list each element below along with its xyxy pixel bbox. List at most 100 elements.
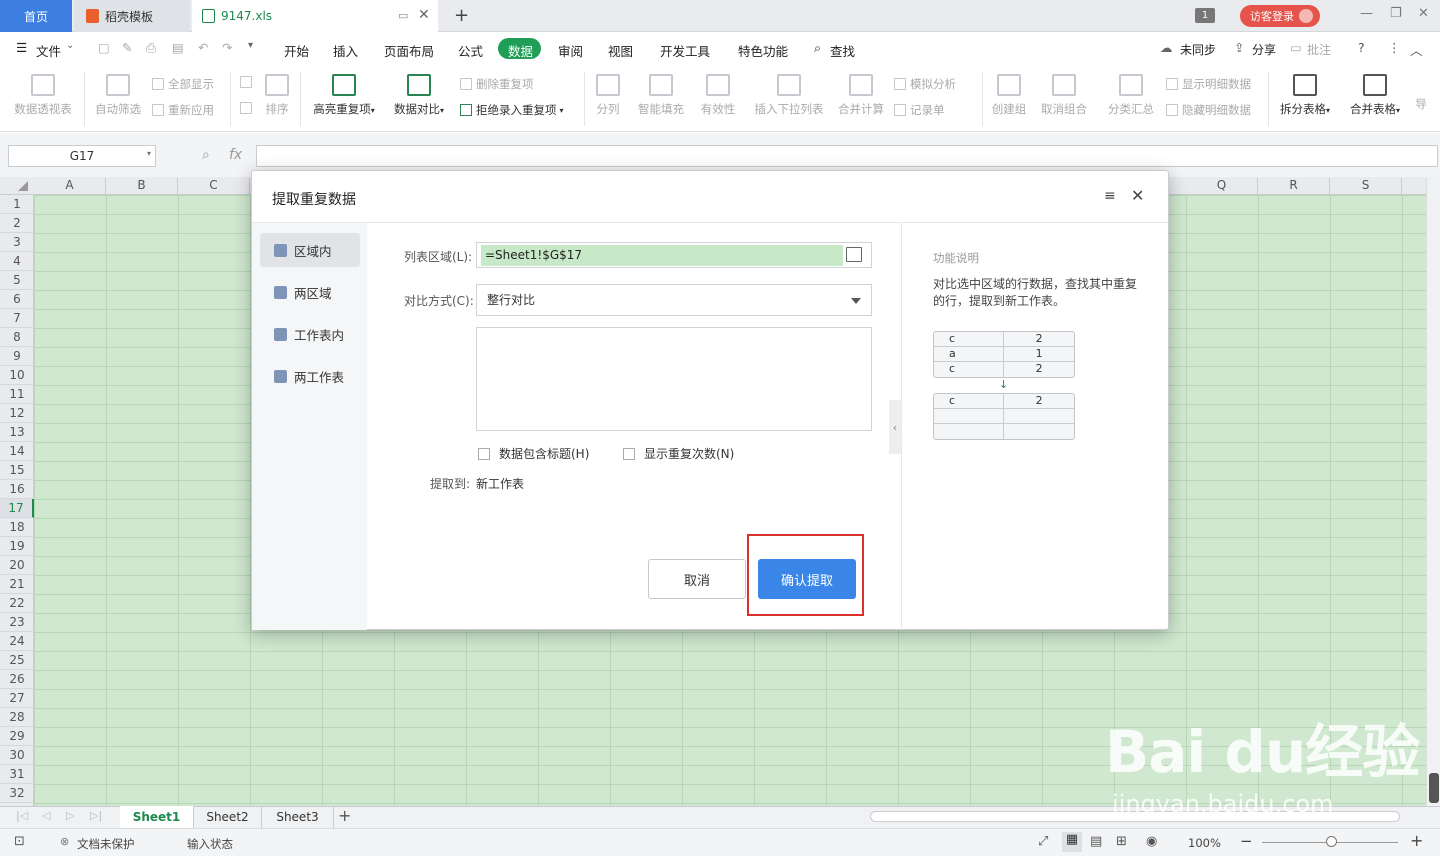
record-form-button[interactable]: 记录单 [894, 102, 945, 118]
validity-button[interactable]: 有效性 [694, 74, 742, 117]
row-header[interactable]: 29 [0, 727, 34, 746]
row-header[interactable]: 18 [0, 518, 34, 537]
menu-file[interactable]: 文件 [36, 41, 61, 60]
row-header[interactable]: 20 [0, 556, 34, 575]
nav-two-sheets[interactable]: 两工作表 [260, 359, 360, 393]
save-icon[interactable]: ▢ [98, 40, 110, 55]
auto-filter-button[interactable]: 自动筛选 [90, 74, 146, 117]
zoom-search-icon[interactable]: ⌕ [202, 147, 210, 163]
row-header[interactable]: 24 [0, 632, 34, 651]
smart-fill-button[interactable]: 智能填充 [634, 74, 688, 117]
fx-icon[interactable]: fx [229, 147, 242, 163]
close-tab-icon[interactable]: ✕ [418, 7, 430, 23]
row-header[interactable]: 19 [0, 537, 34, 556]
menu-search[interactable]: 查找 [830, 41, 855, 60]
sync-status[interactable]: 未同步 [1180, 41, 1216, 58]
range-input[interactable]: =Sheet1!$G$17 [481, 245, 843, 266]
hamburger-icon[interactable]: ☰ [16, 40, 27, 55]
sheet-tab-3[interactable]: Sheet3 [262, 806, 334, 828]
zoom-level[interactable]: 100% [1188, 836, 1221, 850]
row-header[interactable]: 7 [0, 309, 34, 328]
search-icon[interactable]: ⌕ [814, 40, 821, 56]
row-header[interactable]: 22 [0, 594, 34, 613]
column-header-r[interactable]: R [1258, 178, 1330, 195]
row-header[interactable]: 17 [0, 499, 34, 518]
highlight-duplicates-button[interactable]: 高亮重复项▾ [306, 74, 382, 117]
row-header[interactable]: 15 [0, 461, 34, 480]
merge-table-button[interactable]: 合并表格▾ [1344, 74, 1406, 117]
menu-icon[interactable]: ≡ [1104, 188, 1116, 204]
column-header-q[interactable]: Q [1186, 178, 1258, 195]
row-header[interactable]: 16 [0, 480, 34, 499]
show-all-button[interactable]: 全部显示 [152, 76, 214, 92]
formula-input[interactable] [256, 145, 1438, 167]
row-header[interactable]: 21 [0, 575, 34, 594]
sort-desc-icon[interactable] [240, 102, 256, 114]
tab-docer-templates[interactable]: 稻壳模板 [74, 0, 190, 32]
first-sheet-icon[interactable]: |◁ [16, 809, 28, 822]
zoom-out-icon[interactable]: − [1240, 832, 1253, 850]
row-header[interactable]: 30 [0, 746, 34, 765]
merge-calculation-button[interactable]: 合并计算 [834, 74, 888, 117]
row-header[interactable]: 23 [0, 613, 34, 632]
close-icon[interactable]: ✕ [1131, 186, 1144, 205]
tab-home[interactable]: 首页 [0, 0, 72, 32]
protect-status[interactable]: 文档未保护 [77, 836, 135, 852]
close-window-icon[interactable]: ✕ [1418, 6, 1429, 21]
prev-sheet-icon[interactable]: ◁ [42, 809, 50, 822]
ungroup-button[interactable]: 取消组合 [1036, 74, 1092, 117]
last-sheet-icon[interactable]: ▷| [90, 809, 102, 822]
delete-duplicates-button[interactable]: 删除重复项 [460, 76, 534, 92]
minimize-icon[interactable]: — [1360, 6, 1373, 21]
menu-page-layout[interactable]: 页面布局 [384, 41, 434, 60]
row-header[interactable]: 14 [0, 442, 34, 461]
row-header[interactable]: 8 [0, 328, 34, 347]
menu-features[interactable]: 特色功能 [738, 41, 788, 60]
add-sheet-button[interactable]: + [338, 806, 351, 825]
row-header[interactable]: 32 [0, 784, 34, 803]
simulate-analysis-button[interactable]: 模拟分析 [894, 76, 956, 92]
menu-insert[interactable]: 插入 [333, 41, 358, 60]
new-tab-button[interactable]: + [454, 5, 469, 26]
row-header[interactable]: 26 [0, 670, 34, 689]
row-header[interactable]: 5 [0, 271, 34, 290]
eye-protection-icon[interactable]: ◉ [1146, 834, 1157, 849]
preview-icon[interactable]: ▤ [172, 40, 184, 55]
nav-two-ranges[interactable]: 两区域 [260, 275, 360, 309]
page-layout-view-icon[interactable]: ⊞ [1116, 834, 1127, 849]
split-table-button[interactable]: 拆分表格▾ [1274, 74, 1336, 117]
hide-detail-button[interactable]: 隐藏明细数据 [1166, 102, 1251, 118]
name-box[interactable]: G17 ▾ [8, 145, 156, 167]
column-header-b[interactable]: B [106, 178, 178, 195]
collapse-panel-button[interactable]: ‹ [889, 400, 901, 454]
row-header[interactable]: 4 [0, 252, 34, 271]
row-header[interactable]: 25 [0, 651, 34, 670]
row-header[interactable]: 13 [0, 423, 34, 442]
collapse-ribbon-icon[interactable]: ︿ [1410, 40, 1423, 59]
more-options-icon[interactable]: ⋮ [1388, 40, 1401, 55]
cloud-icon[interactable]: ✎ [122, 40, 132, 55]
column-header-a[interactable]: A [34, 178, 106, 195]
chevron-down-icon[interactable]: ▾ [147, 149, 151, 158]
row-header[interactable]: 31 [0, 765, 34, 784]
tab-file-9147[interactable]: 9147.xls ▭ ✕ [192, 0, 438, 32]
comment-button[interactable]: 批注 [1307, 41, 1331, 58]
nav-within-sheet[interactable]: 工作表内 [260, 317, 360, 351]
menu-review[interactable]: 审阅 [558, 41, 583, 60]
row-header[interactable]: 6 [0, 290, 34, 309]
row-header[interactable]: 27 [0, 689, 34, 708]
row-header[interactable]: 11 [0, 385, 34, 404]
sheet-tab-1[interactable]: Sheet1 [120, 806, 194, 828]
pin-icon[interactable]: ▭ [398, 9, 408, 22]
menu-home[interactable]: 开始 [284, 41, 309, 60]
chevron-down-icon[interactable]: ⌄ [66, 40, 74, 51]
macro-icon[interactable]: ⊡ [14, 834, 25, 849]
print-icon[interactable]: ⎙ [146, 40, 156, 56]
row-header[interactable]: 12 [0, 404, 34, 423]
pivot-table-button[interactable]: 数据透视表 [10, 74, 76, 117]
zoom-slider-handle[interactable] [1326, 836, 1337, 847]
select-all-icon[interactable] [18, 181, 28, 191]
sort-asc-icon[interactable] [240, 76, 256, 88]
row-header[interactable]: 3 [0, 233, 34, 252]
range-list-area[interactable] [476, 327, 872, 431]
